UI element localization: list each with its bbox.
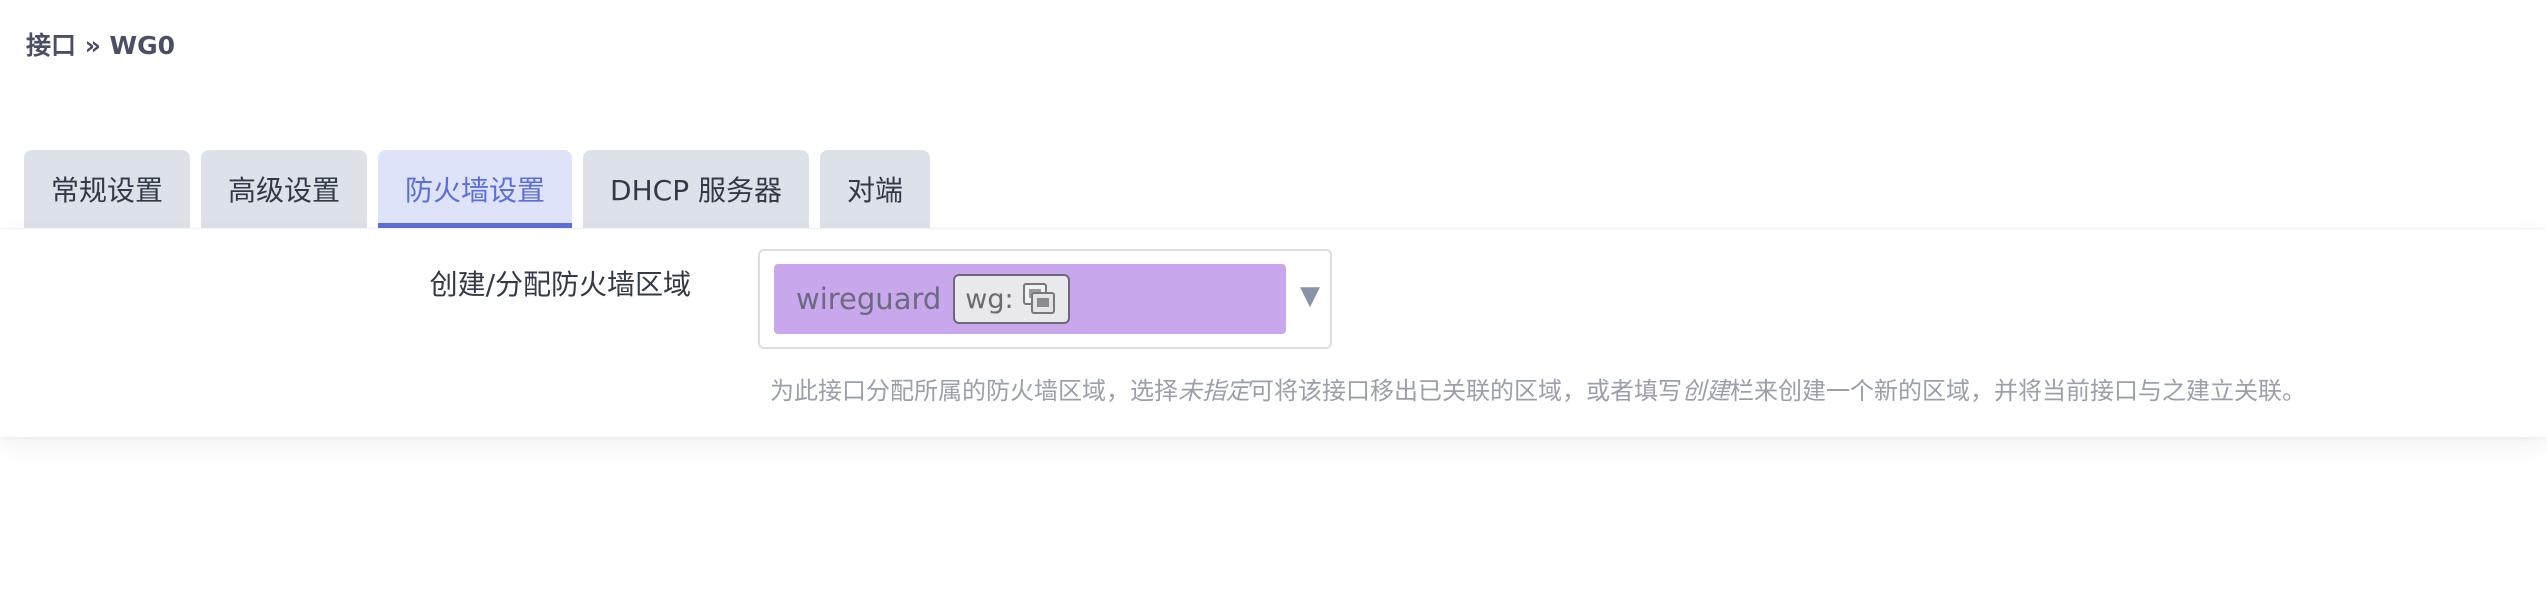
network-tag-label: wg:: [965, 283, 1014, 315]
firewall-zone-label: 创建/分配防火墙区域: [429, 268, 691, 301]
tab-firewall-settings[interactable]: 防火墙设置: [378, 150, 573, 228]
tab-general-settings[interactable]: 常规设置: [24, 150, 191, 228]
page: 接口 » WG0 常规设置 高级设置 防火墙设置 DHCP 服务器 对端 创建/…: [0, 0, 2547, 593]
ethernet-ports-icon: [1022, 282, 1056, 316]
dropdown-arrow-icon[interactable]: ▼: [1300, 281, 1320, 311]
selected-zone-chip[interactable]: wireguard wg:: [774, 264, 1286, 334]
tab-advanced-settings[interactable]: 高级设置: [201, 150, 368, 228]
firewall-settings-panel: 创建/分配防火墙区域 wireguard wg: ▼ 为此接口分配所属的防火墙区…: [0, 228, 2547, 437]
tab-peers[interactable]: 对端: [820, 150, 931, 228]
firewall-zone-help-text: 为此接口分配所属的防火墙区域，选择未指定可将该接口移出已关联的区域，或者填写创建…: [770, 371, 2306, 406]
tab-dhcp-server[interactable]: DHCP 服务器: [583, 150, 809, 228]
breadcrumb: 接口 » WG0: [26, 31, 176, 60]
tab-bar: 常规设置 高级设置 防火墙设置 DHCP 服务器 对端: [24, 150, 931, 228]
zone-name: wireguard: [796, 282, 942, 316]
help-text-part: 栏来创建一个新的区域，并将当前接口与之建立关联。: [1730, 377, 2306, 405]
help-text-part: 为此接口分配所属的防火墙区域，选择: [770, 377, 1178, 405]
firewall-zone-select[interactable]: wireguard wg: ▼: [758, 249, 1332, 349]
help-text-unspecified: 未指定: [1178, 377, 1250, 405]
network-tag: wg:: [953, 274, 1070, 324]
help-text-create: 创建: [1682, 377, 1730, 405]
help-text-part: 可将该接口移出已关联的区域，或者填写: [1250, 377, 1682, 405]
